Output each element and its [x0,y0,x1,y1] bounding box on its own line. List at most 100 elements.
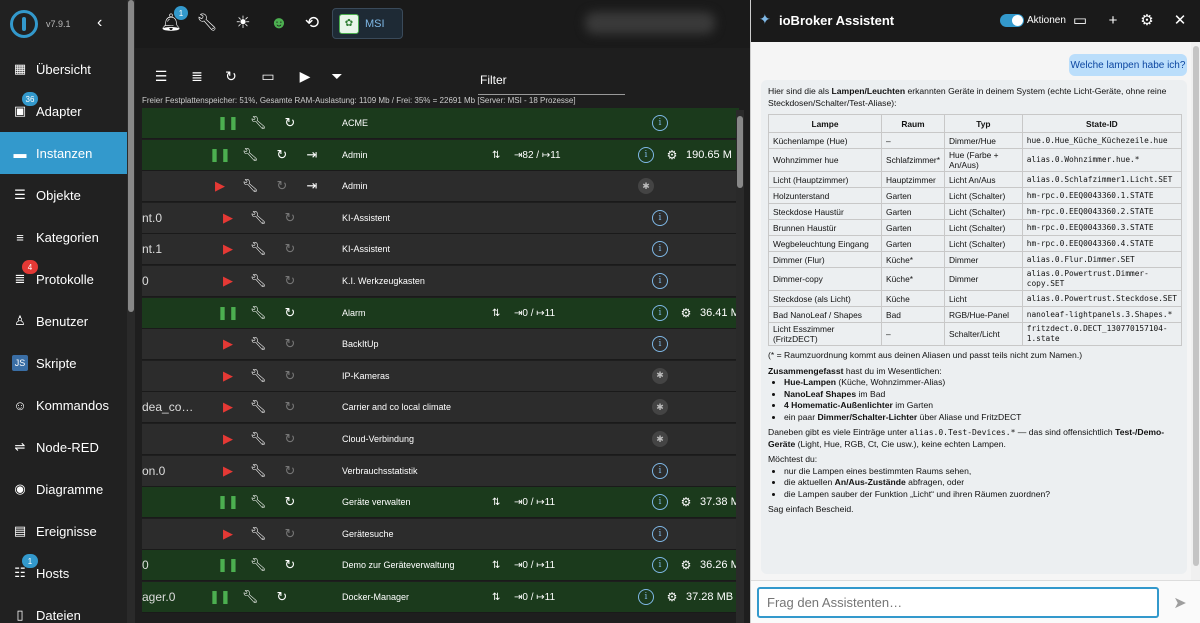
info-icon[interactable]: i [652,336,668,353]
reload-icon[interactable]: ↻ [282,336,298,352]
reload-icon[interactable]: ↻ [282,273,298,289]
reload-icon[interactable]: ↻ [282,431,298,447]
filter-icon[interactable]: ⏷ [327,66,347,86]
sidebar-item-übersicht[interactable]: ▦ Übersicht [0,48,127,90]
sidebar-item-benutzer[interactable]: ♙ Benutzer [0,300,127,342]
instance-row[interactable]: ▶ 🔧︎ ↻ Cloud-Verbindung ✱ [142,424,739,455]
play-icon[interactable]: ▶ [220,463,236,479]
sidebar-item-hosts[interactable]: ☷ Hosts 1 [0,552,127,594]
info-icon[interactable]: i [652,462,668,479]
info-icon[interactable]: i [652,494,668,511]
plus-icon[interactable]: + [1104,11,1122,29]
reload-icon[interactable]: ↻ [274,589,290,605]
info-icon[interactable]: i [652,304,668,321]
play-all-icon[interactable]: ▶ [295,66,315,86]
reload-icon[interactable]: ↻ [282,115,298,131]
instance-row[interactable]: ❚❚ 🔧︎ ↻ ACME i [142,108,739,139]
theme-icon[interactable]: ☀ [232,12,254,34]
pause-icon[interactable]: ❚❚ [217,115,239,131]
wrench-icon[interactable]: 🔧︎ [250,431,267,447]
sidebar-item-node-red[interactable]: ⇌ Node-RED [0,426,127,468]
bug-icon[interactable]: ✱ [638,178,654,195]
wrench-icon[interactable]: 🔧︎ [250,399,267,415]
window-icon[interactable]: ▭ [1071,11,1089,29]
reload-icon[interactable]: ↻ [282,241,298,257]
pause-icon[interactable]: ❚❚ [217,305,239,321]
gear-icon[interactable]: ⚙ [1138,11,1156,29]
wrench-icon[interactable]: 🔧︎ [242,178,259,194]
ask-assistant-input[interactable] [757,587,1159,618]
play-icon[interactable]: ▶ [212,178,228,194]
sidebar-item-diagramme[interactable]: ◉ Diagramme [0,468,127,510]
reload-icon[interactable]: ↻ [274,147,290,163]
sidebar-item-ereignisse[interactable]: ▤ Ereignisse [0,510,127,552]
collapse-sidebar-icon[interactable]: ‹ [97,14,102,32]
wrench-icon[interactable]: 🔧︎ [242,147,259,163]
close-icon[interactable]: ✕ [1171,11,1189,29]
wrench-icon[interactable]: 🔧︎ [242,589,259,605]
wrench-icon[interactable]: 🔧︎ [250,526,267,542]
login-icon[interactable]: ⇥ [304,147,320,163]
instance-row[interactable]: nt.1 ▶ 🔧︎ ↻ KI-Assistent i [142,234,739,266]
host-selector-button[interactable]: ✿ MSI [332,8,403,39]
wrench-icon[interactable]: 🔧︎ [250,557,267,573]
wrench-icon[interactable]: 🔧︎ [250,305,267,321]
reload-icon[interactable]: ↻ [282,305,298,321]
reload-icon[interactable]: ↻ [282,399,298,415]
iobroker-logo[interactable] [10,10,38,38]
reload-icon[interactable]: ↻ [282,463,298,479]
pause-icon[interactable]: ❚❚ [209,147,231,163]
reload-icon[interactable]: ↻ [282,557,298,573]
filter-input[interactable]: Filter [480,73,507,87]
info-icon[interactable]: i [652,241,668,258]
actions-toggle[interactable] [1000,14,1024,27]
play-icon[interactable]: ▶ [220,431,236,447]
info-icon[interactable]: i [638,589,654,605]
compact-view-icon[interactable]: ☰ [151,66,171,86]
reload-icon[interactable]: ↻ [282,368,298,384]
pause-icon[interactable]: ❚❚ [209,589,231,605]
chat-scrollbar[interactable] [1191,42,1200,580]
sidebar-scrollbar[interactable] [127,0,135,623]
instance-row[interactable]: ❚❚ 🔧︎ ↻ Alarm ⇅ ⇥0 / ↦11 i ⚙ 36.41 M [142,297,740,329]
sidebar-item-adapter[interactable]: ▣ Adapter 36 [0,90,127,132]
info-icon[interactable]: i [652,525,668,542]
reload-icon[interactable]: ↻ [282,210,298,226]
instance-row[interactable]: 0 ❚❚ 🔧︎ ↻ Demo zur Geräteverwaltung ⇅ ⇥0 / ↦11… [142,550,740,582]
bug-icon[interactable]: ✱ [652,399,668,416]
info-icon[interactable]: i [652,273,668,289]
reload-icon[interactable]: ↻ [274,178,290,194]
info-icon[interactable]: i [652,209,668,226]
instance-row[interactable]: ▶ 🔧︎ ↻ ⇥ Admin ✱ [142,171,739,203]
login-icon[interactable]: ⇥ [304,178,320,194]
sidebar-item-instanzen[interactable]: ▬ Instanzen [0,132,127,174]
refresh-icon[interactable]: ↻ [221,66,241,86]
instance-row[interactable]: ▶ 🔧︎ ↻ BackItUp i [142,329,739,361]
wrench-icon[interactable]: 🔧︎ [250,494,267,510]
instance-row[interactable]: ager.0 ❚❚ 🔧︎ ↻ Docker-Manager ⇅ ⇥0 / ↦11 i ⚙ 37.2… [142,582,739,613]
sidebar-item-kommandos[interactable]: ☺ Kommandos [0,384,127,426]
play-icon[interactable]: ▶ [220,368,236,384]
instance-row[interactable]: dea_co… ▶ 🔧︎ ↻ Carrier and co local climate ✱ [142,392,739,424]
play-icon[interactable]: ▶ [220,273,236,289]
play-icon[interactable]: ▶ [220,399,236,415]
wrench-icon[interactable]: 🔧︎ [196,12,218,34]
sidebar-item-skripte[interactable]: JS Skripte [0,342,127,384]
instance-row[interactable]: ❚❚ 🔧︎ ↻ ⇥ Admin ⇅ ⇥82 / ↦11 i ⚙ 190.65 M [142,139,739,171]
expert-mode-icon[interactable]: ☻ [268,12,290,34]
wrench-icon[interactable]: 🔧︎ [250,241,267,257]
wrench-icon[interactable]: 🔧︎ [250,368,267,384]
reload-icon[interactable]: ↻ [282,526,298,542]
restart-icon[interactable]: ⟲ [301,12,323,34]
play-icon[interactable]: ▶ [220,526,236,542]
instances-scrollbar[interactable] [736,110,744,623]
sidebar-item-objekte[interactable]: ☰ Objekte [0,174,127,216]
instance-row[interactable]: ❚❚ 🔧︎ ↻ Geräte verwalten ⇅ ⇥0 / ↦11 i ⚙ 37.38 M [142,487,740,519]
wrench-icon[interactable]: 🔧︎ [250,115,267,131]
bug-icon[interactable]: ✱ [652,367,668,384]
pause-icon[interactable]: ❚❚ [217,494,239,510]
wrench-icon[interactable]: 🔧︎ [250,273,267,289]
play-icon[interactable]: ▶ [220,241,236,257]
wrench-icon[interactable]: 🔧︎ [250,336,267,352]
reload-icon[interactable]: ↻ [282,494,298,510]
